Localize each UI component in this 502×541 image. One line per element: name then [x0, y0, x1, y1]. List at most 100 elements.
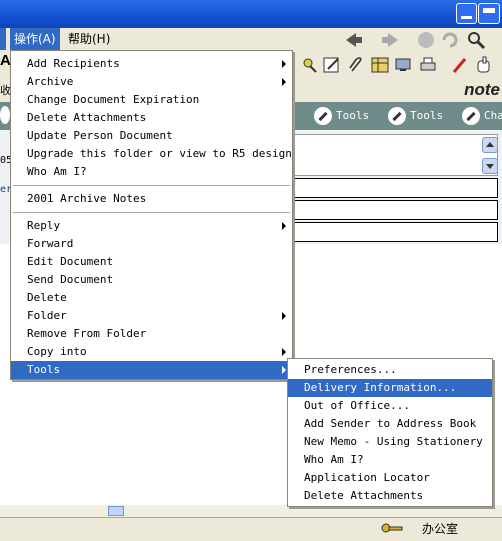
- menu-item-label: Add Recipients: [27, 57, 120, 70]
- app-label: note: [464, 80, 500, 99]
- status-location[interactable]: 办公室: [422, 520, 458, 537]
- menu-item-send-document[interactable]: Send Document: [11, 271, 292, 289]
- submenu-arrow-icon: [282, 60, 286, 68]
- tools-item-application-locator[interactable]: Application Locator: [288, 469, 492, 487]
- stop-icon[interactable]: [416, 30, 436, 50]
- tools-item-new-memo-using-stationery[interactable]: New Memo - Using Stationery: [288, 433, 492, 451]
- title-bar: [0, 0, 502, 28]
- menu-item-label: Application Locator: [304, 471, 430, 484]
- submenu-arrow-icon: [282, 222, 286, 230]
- tools-item-add-sender-to-address-book[interactable]: Add Sender to Address Book: [288, 415, 492, 433]
- menu-item-label: Delivery Information...: [304, 381, 457, 394]
- tools-action-button-1[interactable]: Tools: [314, 104, 369, 128]
- form-field-2[interactable]: [290, 200, 498, 220]
- menu-item-edit-document[interactable]: Edit Document: [11, 253, 292, 271]
- edit-icon[interactable]: [322, 55, 342, 75]
- menu-item-label: Tools: [27, 363, 61, 376]
- menu-bar-edge: [0, 28, 6, 50]
- menu-item-remove-from-folder[interactable]: Remove From Folder: [11, 325, 292, 343]
- tools-item-out-of-office[interactable]: Out of Office...: [288, 397, 492, 415]
- menu-item-label: Archive: [27, 75, 74, 88]
- menu-item-label: Remove From Folder: [27, 327, 147, 340]
- print-icon[interactable]: [418, 55, 438, 75]
- submenu-arrow-icon: [282, 312, 286, 320]
- key-icon[interactable]: [380, 520, 404, 536]
- menu-item-reply[interactable]: Reply: [11, 217, 292, 235]
- menu-item-label: New Memo - Using Stationery: [304, 435, 483, 448]
- menu-item-forward[interactable]: Forward: [11, 235, 292, 253]
- menu-item-tools[interactable]: Tools: [11, 361, 292, 379]
- maximize-button[interactable]: [478, 3, 500, 24]
- menu-actions[interactable]: 操作(A): [10, 28, 60, 50]
- chat-action-button[interactable]: Cha: [462, 104, 502, 128]
- tools-item-preferences[interactable]: Preferences...: [288, 361, 492, 379]
- refresh-icon[interactable]: [440, 30, 460, 50]
- submenu-arrow-icon: [282, 366, 286, 374]
- hand-icon[interactable]: [474, 55, 494, 75]
- tools-submenu: Preferences... Delivery Information... Out…: [287, 358, 493, 507]
- actions-menu: Add Recipients Archive Change Document Exp…: [10, 50, 293, 380]
- menu-item-label: Copy into: [27, 345, 87, 358]
- menu-item-label: Delete Attachments: [27, 111, 147, 124]
- menu-item-label: Who Am I?: [304, 453, 364, 466]
- menu-item-label: Update Person Document: [27, 129, 173, 142]
- back-icon[interactable]: [344, 30, 364, 50]
- menu-item-update-person-document[interactable]: Update Person Document: [11, 127, 292, 145]
- pin-icon[interactable]: [300, 55, 320, 75]
- minimize-icon: [461, 16, 472, 19]
- menu-item-copy-into[interactable]: Copy into: [11, 343, 292, 361]
- submenu-arrow-icon: [282, 348, 286, 356]
- tools-action-label-2: Tools: [410, 109, 444, 122]
- pen-icon[interactable]: [450, 55, 470, 75]
- horizontal-scroll-thumb[interactable]: [108, 506, 124, 516]
- scroll-up-button[interactable]: [482, 137, 498, 153]
- menu-item-label: Who Am I?: [27, 165, 87, 178]
- chat-action-label: Cha: [484, 109, 502, 122]
- table-icon[interactable]: [370, 55, 390, 75]
- wrench-icon: [314, 107, 332, 125]
- tools-item-delete-attachments[interactable]: Delete Attachments: [288, 487, 492, 505]
- tools-action-label-1: Tools: [336, 109, 370, 122]
- menu-item-label: Out of Office...: [304, 399, 410, 412]
- wrench-icon: [388, 107, 406, 125]
- tools-item-delivery-information[interactable]: Delivery Information...: [288, 379, 492, 397]
- address-list[interactable]: [290, 134, 498, 176]
- screen-icon[interactable]: [394, 55, 414, 75]
- menu-item-label: Send Document: [27, 273, 114, 286]
- menu-item-label: Delete Attachments: [304, 489, 424, 502]
- menu-item-delete-attachments[interactable]: Delete Attachments: [11, 109, 292, 127]
- forward-icon[interactable]: [380, 30, 400, 50]
- menu-item-label: Change Document Expiration: [27, 93, 200, 106]
- menu-item-archive[interactable]: Archive: [11, 73, 292, 91]
- menu-item-label: Delete: [27, 291, 67, 304]
- menu-item-label: Add Sender to Address Book: [304, 417, 477, 430]
- minimize-button[interactable]: [456, 3, 477, 24]
- submenu-arrow-icon: [282, 78, 286, 86]
- menu-item-label: Folder: [27, 309, 67, 322]
- menu-item-who-am-i[interactable]: Who Am I?: [11, 163, 292, 181]
- menu-item-upgrade-this-folder-or-view-to-r5-design[interactable]: Upgrade this folder or view to R5 design: [11, 145, 292, 163]
- tools-item-who-am-i[interactable]: Who Am I?: [288, 451, 492, 469]
- scroll-down-button[interactable]: [482, 158, 498, 174]
- search-icon[interactable]: [466, 30, 486, 50]
- menu-item-label: Upgrade this folder or view to R5 design: [27, 147, 292, 160]
- action-bar-fragment-icon: [0, 106, 10, 124]
- menu-item-label: Reply: [27, 219, 61, 232]
- form-field-3[interactable]: [290, 222, 498, 242]
- menu-item-2001-archive-notes[interactable]: 2001 Archive Notes: [11, 190, 292, 208]
- chat-icon: [462, 107, 480, 125]
- menu-item-delete[interactable]: Delete: [11, 289, 292, 307]
- menu-item-folder[interactable]: Folder: [11, 307, 292, 325]
- menu-item-label: Edit Document: [27, 255, 114, 268]
- menu-item-label: Forward: [27, 237, 74, 250]
- form-field-1[interactable]: [290, 178, 498, 198]
- menu-help[interactable]: 帮助(H): [64, 28, 114, 50]
- menu-item-change-document-expiration[interactable]: Change Document Expiration: [11, 91, 292, 109]
- attach-icon[interactable]: [346, 55, 366, 75]
- menu-item-add-recipients[interactable]: Add Recipients: [11, 55, 292, 73]
- menu-separator: [13, 212, 290, 213]
- menu-item-label: Preferences...: [304, 363, 397, 376]
- menu-item-label: 2001 Archive Notes: [27, 192, 147, 205]
- tools-action-button-2[interactable]: Tools: [388, 104, 443, 128]
- menu-separator: [13, 185, 290, 186]
